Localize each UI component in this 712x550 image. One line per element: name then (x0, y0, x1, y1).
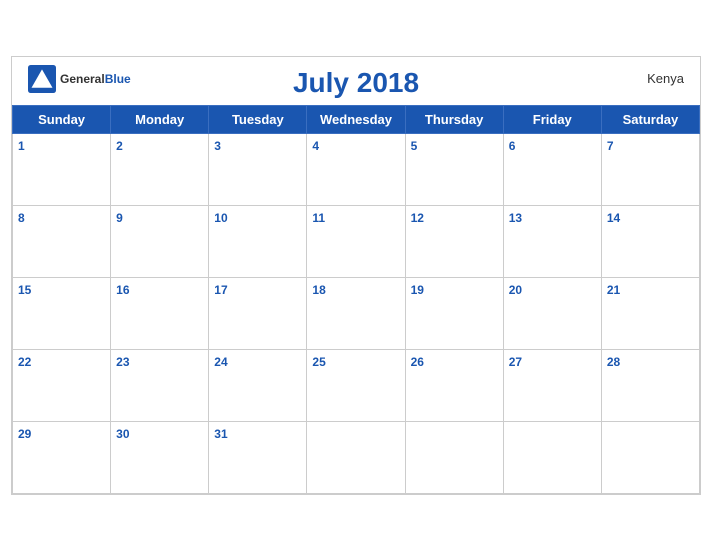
calendar-cell: 27 (503, 349, 601, 421)
calendar-cell: 16 (111, 277, 209, 349)
date-number: 29 (18, 427, 31, 441)
date-number: 13 (509, 211, 522, 225)
day-header-saturday: Saturday (601, 105, 699, 133)
calendar-cell (601, 421, 699, 493)
calendar-cell: 13 (503, 205, 601, 277)
calendar: GeneralBlue July 2018 Kenya Sunday Monda… (11, 56, 701, 495)
week-row-1: 1 2 3 4 5 6 7 (13, 133, 700, 205)
date-number: 4 (312, 139, 319, 153)
date-number: 26 (411, 355, 424, 369)
date-number: 25 (312, 355, 325, 369)
calendar-cell: 5 (405, 133, 503, 205)
date-number: 16 (116, 283, 129, 297)
calendar-cell: 14 (601, 205, 699, 277)
date-number: 17 (214, 283, 227, 297)
calendar-cell: 10 (209, 205, 307, 277)
calendar-cell: 26 (405, 349, 503, 421)
date-number: 2 (116, 139, 123, 153)
date-number: 7 (607, 139, 614, 153)
calendar-header: GeneralBlue July 2018 Kenya (12, 57, 700, 105)
calendar-cell: 12 (405, 205, 503, 277)
calendar-title: July 2018 (293, 67, 419, 99)
calendar-cell: 22 (13, 349, 111, 421)
calendar-cell: 21 (601, 277, 699, 349)
week-row-4: 22 23 24 25 26 27 28 (13, 349, 700, 421)
day-header-wednesday: Wednesday (307, 105, 405, 133)
calendar-cell: 29 (13, 421, 111, 493)
logo-general-text: General (60, 72, 105, 86)
day-header-thursday: Thursday (405, 105, 503, 133)
date-number: 28 (607, 355, 620, 369)
calendar-cell (405, 421, 503, 493)
calendar-cell: 15 (13, 277, 111, 349)
week-row-5: 29 30 31 (13, 421, 700, 493)
calendar-cell: 6 (503, 133, 601, 205)
calendar-cell: 3 (209, 133, 307, 205)
date-number: 1 (18, 139, 25, 153)
logo-blue-text: Blue (105, 72, 131, 86)
calendar-cell (503, 421, 601, 493)
calendar-cell: 18 (307, 277, 405, 349)
calendar-cell: 28 (601, 349, 699, 421)
date-number: 19 (411, 283, 424, 297)
calendar-cell: 11 (307, 205, 405, 277)
date-number: 5 (411, 139, 418, 153)
calendar-cell: 25 (307, 349, 405, 421)
day-header-monday: Monday (111, 105, 209, 133)
date-number: 23 (116, 355, 129, 369)
calendar-cell: 23 (111, 349, 209, 421)
date-number: 6 (509, 139, 516, 153)
day-header-friday: Friday (503, 105, 601, 133)
date-number: 9 (116, 211, 123, 225)
calendar-cell: 31 (209, 421, 307, 493)
calendar-cell: 20 (503, 277, 601, 349)
days-header-row: Sunday Monday Tuesday Wednesday Thursday… (13, 105, 700, 133)
date-number: 14 (607, 211, 620, 225)
date-number: 15 (18, 283, 31, 297)
date-number: 21 (607, 283, 620, 297)
date-number: 20 (509, 283, 522, 297)
country-label: Kenya (647, 71, 684, 86)
date-number: 12 (411, 211, 424, 225)
week-row-3: 15 16 17 18 19 20 21 (13, 277, 700, 349)
calendar-cell: 17 (209, 277, 307, 349)
calendar-cell: 9 (111, 205, 209, 277)
date-number: 8 (18, 211, 25, 225)
day-header-sunday: Sunday (13, 105, 111, 133)
calendar-cell: 1 (13, 133, 111, 205)
calendar-cell: 24 (209, 349, 307, 421)
day-header-tuesday: Tuesday (209, 105, 307, 133)
date-number: 24 (214, 355, 227, 369)
date-number: 10 (214, 211, 227, 225)
generalblue-logo-icon (28, 65, 56, 93)
date-number: 11 (312, 211, 325, 225)
date-number: 27 (509, 355, 522, 369)
date-number: 3 (214, 139, 221, 153)
calendar-cell: 7 (601, 133, 699, 205)
week-row-2: 8 9 10 11 12 13 14 (13, 205, 700, 277)
calendar-cell: 4 (307, 133, 405, 205)
calendar-cell: 30 (111, 421, 209, 493)
calendar-cell (307, 421, 405, 493)
date-number: 31 (214, 427, 227, 441)
date-number: 30 (116, 427, 129, 441)
calendar-cell: 8 (13, 205, 111, 277)
date-number: 22 (18, 355, 31, 369)
calendar-table: Sunday Monday Tuesday Wednesday Thursday… (12, 105, 700, 494)
date-number: 18 (312, 283, 325, 297)
logo: GeneralBlue (28, 65, 131, 93)
calendar-cell: 2 (111, 133, 209, 205)
calendar-cell: 19 (405, 277, 503, 349)
